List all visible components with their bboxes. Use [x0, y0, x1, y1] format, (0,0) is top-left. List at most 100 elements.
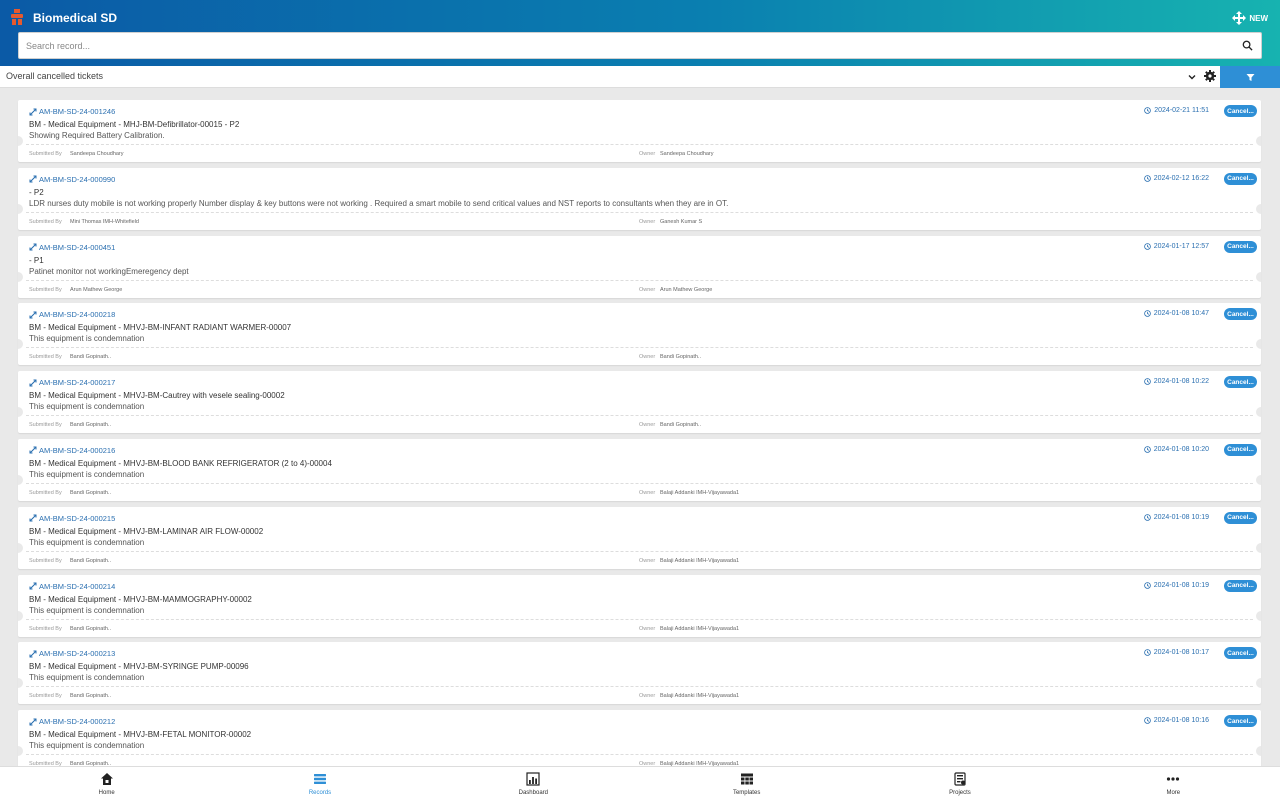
record-title: BM - Medical Equipment - MHVJ-BM-INFANT …: [29, 323, 292, 333]
record-title: BM - Medical Equipment - MHVJ-BM-FETAL M…: [29, 730, 252, 740]
submitted-by-label: Submitted By: [29, 489, 62, 496]
nav-item-more[interactable]: More: [1067, 767, 1280, 800]
owner-label: Owner: [639, 218, 656, 225]
app-header: Biomedical SD NEW: [0, 0, 1280, 66]
submitted-by-value: Bandi Gopinath..: [70, 625, 111, 632]
record-id: AM-BM-SD-24-000218: [39, 310, 116, 320]
record-id-link[interactable]: AM-BM-SD-24-000213: [29, 649, 115, 658]
record-id-link[interactable]: AM-BM-SD-24-000214: [29, 582, 115, 591]
record-id: AM-BM-SD-24-000990: [39, 174, 116, 184]
record-id-link[interactable]: AM-BM-SD-24-000451: [29, 243, 115, 252]
gear-icon[interactable]: [1204, 70, 1216, 82]
status-badge[interactable]: Cancel...: [1224, 376, 1257, 389]
search-icon[interactable]: [1242, 40, 1253, 51]
record-date-text: 2024-01-08 10:20: [1153, 445, 1209, 453]
record-card[interactable]: AM-BM-SD-24-000990 - P2 LDR nurses duty …: [18, 167, 1261, 230]
submitted-by-label: Submitted By: [29, 354, 62, 361]
nav-item-templates[interactable]: Templates: [640, 767, 853, 800]
record-id-link[interactable]: AM-BM-SD-24-001246: [29, 107, 115, 116]
filter-icon: [1246, 73, 1254, 81]
submitted-by-value: Mini Thomas IMH-Whitefield: [70, 218, 139, 225]
record-date: 2024-01-08 10:20: [1143, 445, 1209, 453]
record-description: This equipment is condemnation: [29, 402, 145, 412]
status-badge[interactable]: Cancel...: [1224, 105, 1257, 117]
bottom-nav: Home Records Dashboard Templates Projects Mor…: [0, 766, 1280, 800]
chevron-down-icon[interactable]: [1188, 73, 1196, 81]
nav-item-projects[interactable]: Projects: [853, 767, 1066, 800]
record-date-text: 2024-01-08 10:47: [1153, 310, 1209, 318]
submitted-by-label: Submitted By: [29, 151, 62, 157]
record-id-link[interactable]: AM-BM-SD-24-000215: [29, 514, 115, 523]
record-card[interactable]: AM-BM-SD-24-000216 BM - Medical Equipmen…: [18, 438, 1261, 501]
new-record-button[interactable]: NEW: [1231, 9, 1268, 27]
record-id-link[interactable]: AM-BM-SD-24-000216: [29, 446, 115, 455]
link-icon: [29, 718, 37, 726]
record-id-link[interactable]: AM-BM-SD-24-000990: [29, 175, 115, 184]
record-date-text: 2024-01-08 10:19: [1153, 581, 1209, 589]
nav-label: More: [1166, 790, 1181, 796]
view-name: Overall cancelled tickets: [6, 71, 104, 81]
projects-icon: [954, 772, 966, 786]
clock-icon: [1143, 378, 1151, 385]
record-card[interactable]: AM-BM-SD-24-000218 BM - Medical Equipmen…: [18, 303, 1261, 366]
record-card[interactable]: AM-BM-SD-24-000217 BM - Medical Equipmen…: [18, 371, 1261, 434]
submitted-by-label: Submitted By: [29, 693, 62, 700]
nav-label: Home: [98, 790, 115, 796]
record-card[interactable]: AM-BM-SD-24-000213 BM - Medical Equipmen…: [18, 642, 1261, 705]
dashboard-icon: [526, 772, 540, 786]
submitted-by-value: Arun Mathew George: [70, 286, 123, 293]
link-icon: [29, 108, 37, 115]
record-date: 2024-02-21 11:51: [1144, 107, 1209, 114]
status-badge[interactable]: Cancel...: [1224, 172, 1257, 185]
owner-value: Balaji Addanki IMH-Vijayawada1: [660, 557, 740, 564]
status-badge[interactable]: Cancel...: [1224, 511, 1257, 524]
owner-value: Bandi Gopinath..: [660, 354, 701, 361]
card-divider: [26, 618, 1253, 620]
filter-button[interactable]: [1220, 66, 1280, 88]
card-divider: [26, 211, 1253, 213]
record-description: Showing Required Battery Calibration.: [29, 131, 165, 140]
more-icon: [1167, 777, 1180, 781]
nav-item-records[interactable]: Records: [213, 767, 426, 800]
record-date-text: 2024-02-21 11:51: [1154, 107, 1209, 114]
submitted-by-label: Submitted By: [29, 625, 62, 632]
owner-label: Owner: [639, 693, 656, 700]
record-card[interactable]: AM-BM-SD-24-001246 BM - Medical Equipmen…: [18, 100, 1261, 162]
clock-icon: [1143, 446, 1151, 453]
record-id-link[interactable]: AM-BM-SD-24-000217: [29, 378, 115, 387]
status-badge[interactable]: Cancel...: [1224, 443, 1257, 456]
record-description: This equipment is condemnation: [29, 334, 145, 344]
record-id: AM-BM-SD-24-001246: [39, 107, 116, 116]
record-card[interactable]: AM-BM-SD-24-000214 BM - Medical Equipmen…: [18, 574, 1261, 637]
nav-label: Records: [308, 790, 332, 796]
nav-item-home[interactable]: Home: [0, 767, 213, 800]
record-card[interactable]: AM-BM-SD-24-000215 BM - Medical Equipmen…: [18, 506, 1261, 569]
record-card[interactable]: AM-BM-SD-24-000212 BM - Medical Equipmen…: [18, 710, 1261, 773]
clock-icon: [1143, 649, 1151, 657]
app-logo-icon[interactable]: [10, 9, 24, 25]
record-id: AM-BM-SD-24-000215: [39, 513, 116, 523]
status-badge[interactable]: Cancel...: [1224, 240, 1257, 253]
clock-icon: [1143, 310, 1151, 318]
status-badge[interactable]: Cancel...: [1224, 647, 1257, 660]
search-input[interactable]: [19, 33, 1229, 58]
record-id-link[interactable]: AM-BM-SD-24-000212: [29, 717, 115, 726]
link-icon: [29, 243, 37, 251]
status-badge[interactable]: Cancel...: [1224, 308, 1257, 321]
record-date: 2024-01-17 12:57: [1143, 242, 1209, 250]
nav-item-dashboard[interactable]: Dashboard: [427, 767, 640, 800]
record-date-text: 2024-01-17 12:57: [1153, 242, 1209, 250]
record-title: BM - Medical Equipment - MHVJ-BM-SYRINGE…: [29, 662, 249, 672]
record-id-link[interactable]: AM-BM-SD-24-000218: [29, 310, 115, 319]
clock-icon: [1144, 107, 1152, 114]
status-badge[interactable]: Cancel...: [1224, 715, 1257, 728]
card-divider: [26, 144, 1253, 145]
record-id: AM-BM-SD-24-000212: [39, 717, 116, 727]
status-badge[interactable]: Cancel...: [1224, 579, 1257, 592]
card-divider: [26, 347, 1253, 349]
record-date: 2024-02-12 16:22: [1143, 175, 1209, 182]
clock-icon: [1143, 514, 1151, 521]
nav-label: Projects: [949, 790, 971, 796]
record-card[interactable]: AM-BM-SD-24-000451 - P1 Patinet monitor …: [18, 235, 1261, 298]
owner-value: Bandi Gopinath..: [660, 422, 701, 429]
